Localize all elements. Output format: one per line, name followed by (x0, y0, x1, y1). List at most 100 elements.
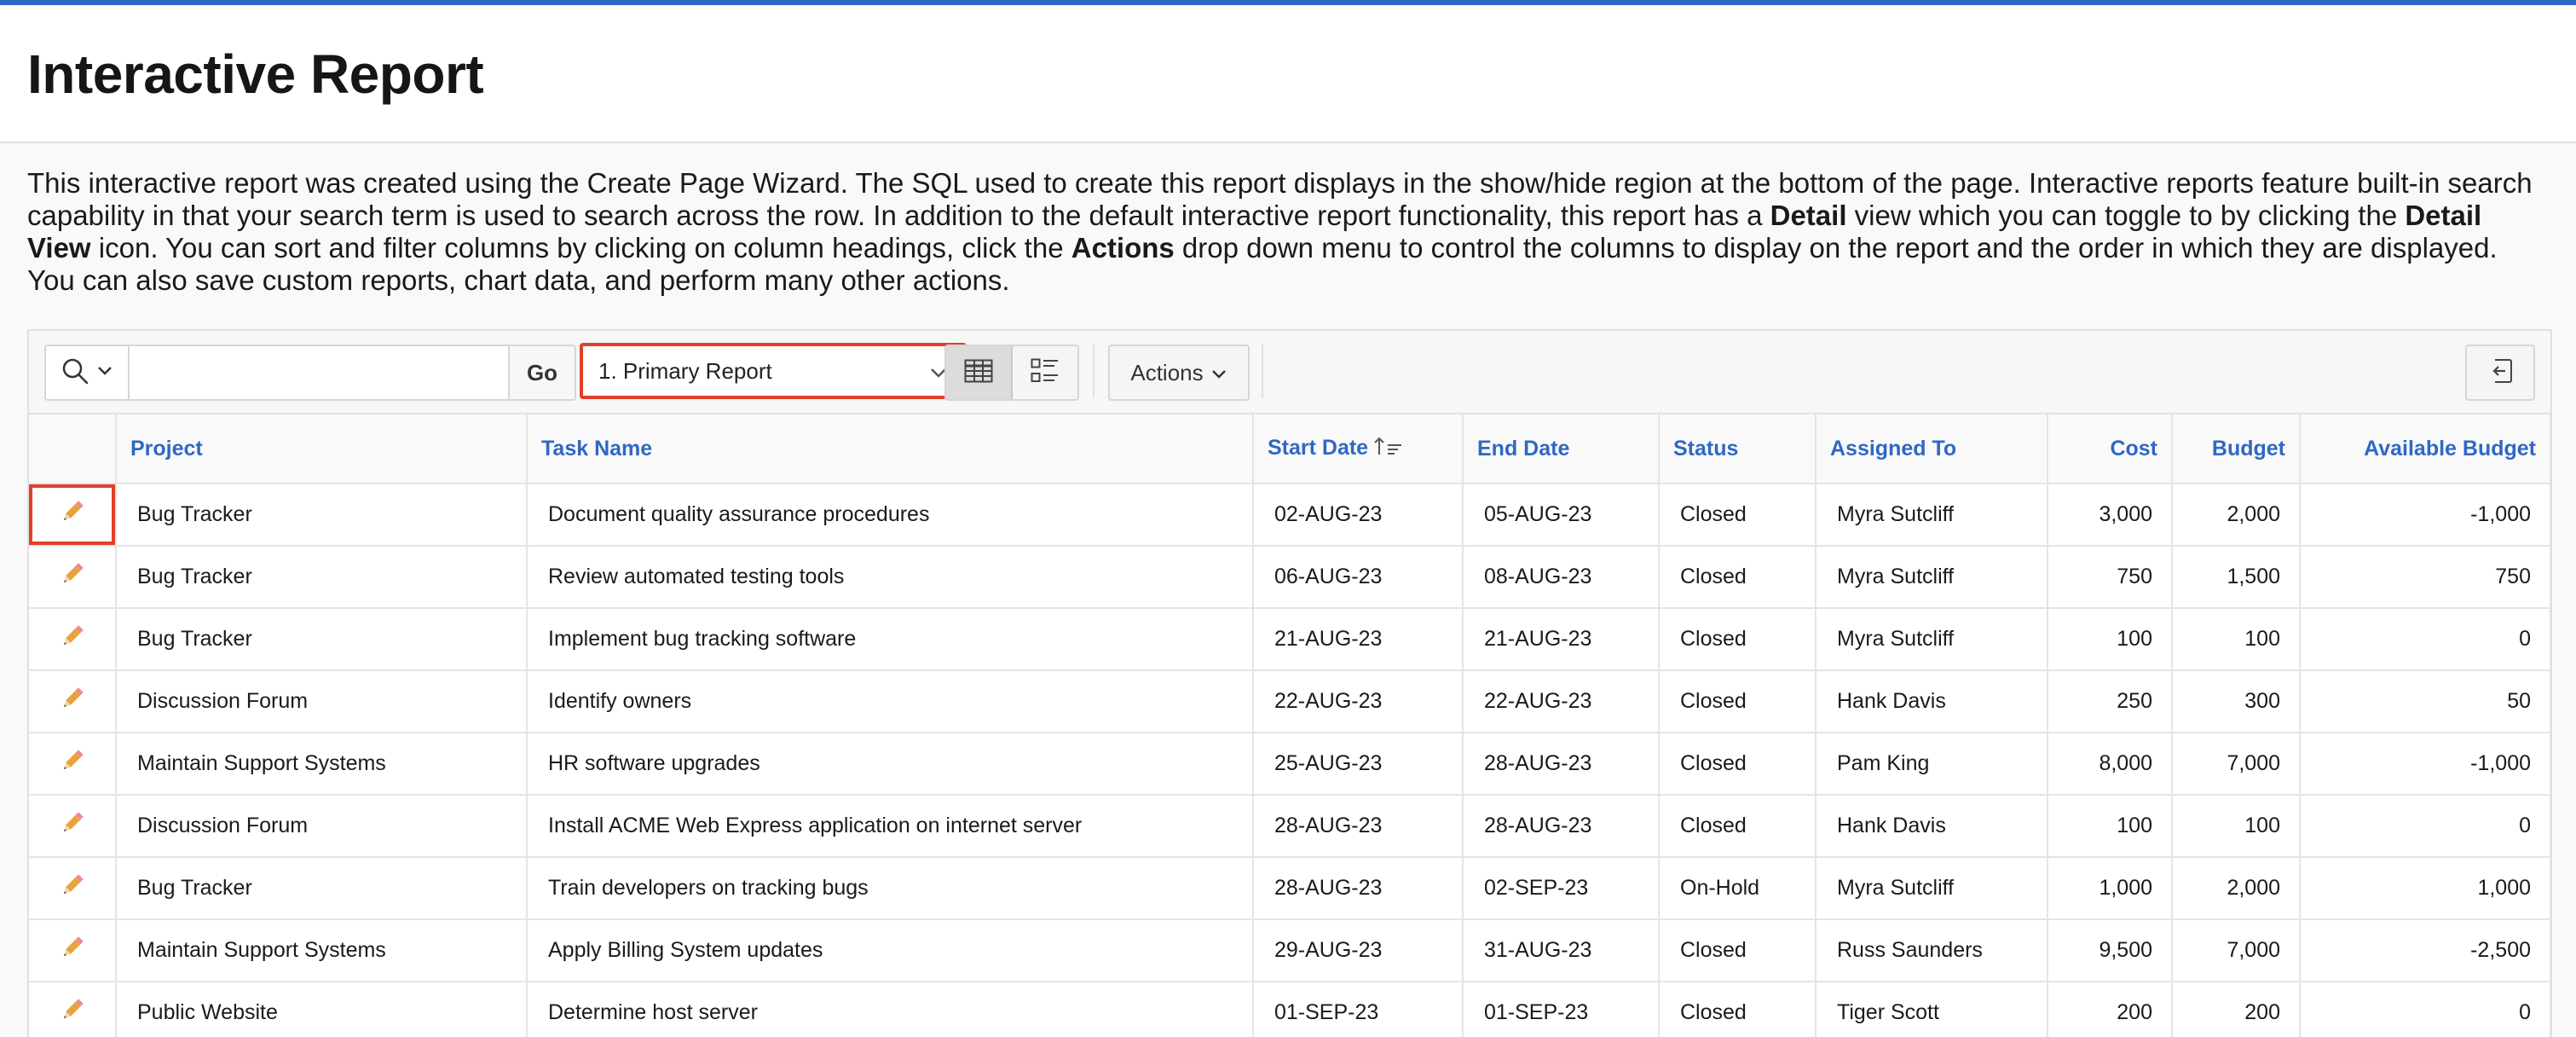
cell-start-date: 25-AUG-23 (1253, 733, 1464, 796)
cell-cost: 8,000 (2048, 733, 2173, 796)
column-header-task-name[interactable]: Task Name (527, 414, 1254, 484)
pencil-icon (58, 808, 87, 843)
report-toolbar: Go 1. Primary Report Actions (29, 331, 2550, 414)
cell-status: Closed (1659, 919, 1816, 982)
edit-row-button[interactable] (29, 609, 114, 669)
cell-budget: 100 (2172, 795, 2301, 858)
cell-cost: 1,000 (2048, 857, 2173, 920)
cell-project: Discussion Forum (116, 670, 528, 733)
cell-assigned-to: Tiger Scott (1816, 982, 2048, 1037)
pencil-icon (58, 684, 87, 719)
edit-row-button[interactable] (29, 671, 114, 731)
intro-text-part: icon. You can sort and filter columns by… (90, 232, 1071, 264)
column-header-budget[interactable]: Budget (2172, 414, 2301, 484)
cell-available-budget: 1,000 (2300, 857, 2550, 920)
pencil-icon (58, 559, 87, 594)
cell-task-name: HR software upgrades (527, 733, 1254, 796)
sort-ascending-icon (1373, 436, 1404, 462)
cell-status: Closed (1659, 795, 1816, 858)
cell-cost: 100 (2048, 795, 2173, 858)
cell-available-budget: -1,000 (2300, 733, 2550, 796)
edit-cell (29, 919, 117, 982)
table-row: Discussion Forum Identify owners 22-AUG-23… (29, 670, 2550, 733)
page-title: Interactive Report (27, 43, 484, 105)
table-row: Bug Tracker Implement bug tracking softwa… (29, 608, 2550, 671)
cell-available-budget: 50 (2300, 670, 2550, 733)
cell-assigned-to: Pam King (1816, 733, 2048, 796)
edit-cell (29, 608, 117, 671)
cell-assigned-to: Myra Sutcliff (1816, 546, 2048, 609)
column-header-available-budget[interactable]: Available Budget (2300, 414, 2550, 484)
cell-project: Bug Tracker (116, 857, 528, 920)
actions-label: Actions (1130, 359, 1204, 385)
table-row: Discussion Forum Install ACME Web Express… (29, 795, 2550, 858)
edit-cell (29, 982, 117, 1037)
cell-start-date: 01-SEP-23 (1253, 982, 1464, 1037)
reset-button[interactable] (2465, 345, 2535, 401)
grid-view-button[interactable] (946, 346, 1013, 399)
column-header-end-date[interactable]: End Date (1463, 414, 1660, 484)
cell-budget: 7,000 (2172, 733, 2301, 796)
page-header: Interactive Report (0, 5, 2576, 143)
edit-row-button[interactable] (29, 733, 114, 793)
cell-project: Maintain Support Systems (116, 733, 528, 796)
detail-view-button[interactable] (1013, 346, 1077, 399)
table-row: Bug Tracker Document quality assurance pr… (29, 484, 2550, 547)
edit-row-button[interactable] (29, 858, 114, 918)
report-select[interactable]: 1. Primary Report (580, 343, 967, 399)
cell-status: Closed (1659, 608, 1816, 671)
chevron-down-icon (96, 365, 113, 381)
column-header-status[interactable]: Status (1659, 414, 1816, 484)
cell-available-budget: -2,500 (2300, 919, 2550, 982)
cell-cost: 750 (2048, 546, 2173, 609)
cell-project: Bug Tracker (116, 608, 528, 671)
cell-budget: 2,000 (2172, 484, 2301, 547)
cell-task-name: Apply Billing System updates (527, 919, 1254, 982)
actions-menu-button[interactable]: Actions (1108, 345, 1250, 401)
cell-task-name: Determine host server (527, 982, 1254, 1037)
cell-cost: 200 (2048, 982, 2173, 1037)
edit-row-button[interactable] (29, 484, 114, 544)
cell-assigned-to: Russ Saunders (1816, 919, 2048, 982)
view-toggle (944, 345, 1079, 401)
search-column-button[interactable] (46, 346, 130, 399)
cell-end-date: 21-AUG-23 (1463, 608, 1660, 671)
cell-available-budget: -1,000 (2300, 484, 2550, 547)
column-header-assigned-to[interactable]: Assigned To (1816, 414, 2048, 484)
cell-budget: 7,000 (2172, 919, 2301, 982)
cell-assigned-to: Myra Sutcliff (1816, 857, 2048, 920)
column-header-start-date[interactable]: Start Date (1253, 414, 1464, 484)
intro-bold-detail: Detail (1770, 200, 1847, 231)
table-row: Bug Tracker Review automated testing tool… (29, 546, 2550, 609)
pencil-icon (58, 497, 87, 532)
cell-task-name: Identify owners (527, 670, 1254, 733)
cell-end-date: 05-AUG-23 (1463, 484, 1660, 547)
edit-row-button[interactable] (29, 547, 114, 606)
search-icon (61, 356, 90, 390)
cell-status: Closed (1659, 733, 1816, 796)
intro-bold-actions: Actions (1071, 232, 1175, 264)
cell-cost: 3,000 (2048, 484, 2173, 547)
search-input[interactable] (130, 346, 508, 399)
column-header-edit (29, 414, 117, 484)
cell-available-budget: 0 (2300, 982, 2550, 1037)
column-header-project[interactable]: Project (116, 414, 528, 484)
cell-task-name: Install ACME Web Express application on … (527, 795, 1254, 858)
cell-available-budget: 0 (2300, 608, 2550, 671)
cell-assigned-to: Myra Sutcliff (1816, 608, 2048, 671)
cell-end-date: 31-AUG-23 (1463, 919, 1660, 982)
column-header-cost[interactable]: Cost (2048, 414, 2173, 484)
table-header-row: Project Task Name Start Date End Date St… (29, 414, 2550, 484)
edit-row-button[interactable] (29, 796, 114, 855)
edit-row-button[interactable] (29, 982, 114, 1037)
cell-end-date: 01-SEP-23 (1463, 982, 1660, 1037)
go-button[interactable]: Go (508, 346, 575, 399)
grid-view-icon (964, 359, 993, 387)
page-content: This interactive report was created usin… (0, 143, 2576, 1037)
cell-end-date: 08-AUG-23 (1463, 546, 1660, 609)
cell-start-date: 02-AUG-23 (1253, 484, 1464, 547)
cell-project: Bug Tracker (116, 546, 528, 609)
edit-row-button[interactable] (29, 920, 114, 980)
toolbar-divider (1093, 345, 1095, 397)
cell-start-date: 29-AUG-23 (1253, 919, 1464, 982)
